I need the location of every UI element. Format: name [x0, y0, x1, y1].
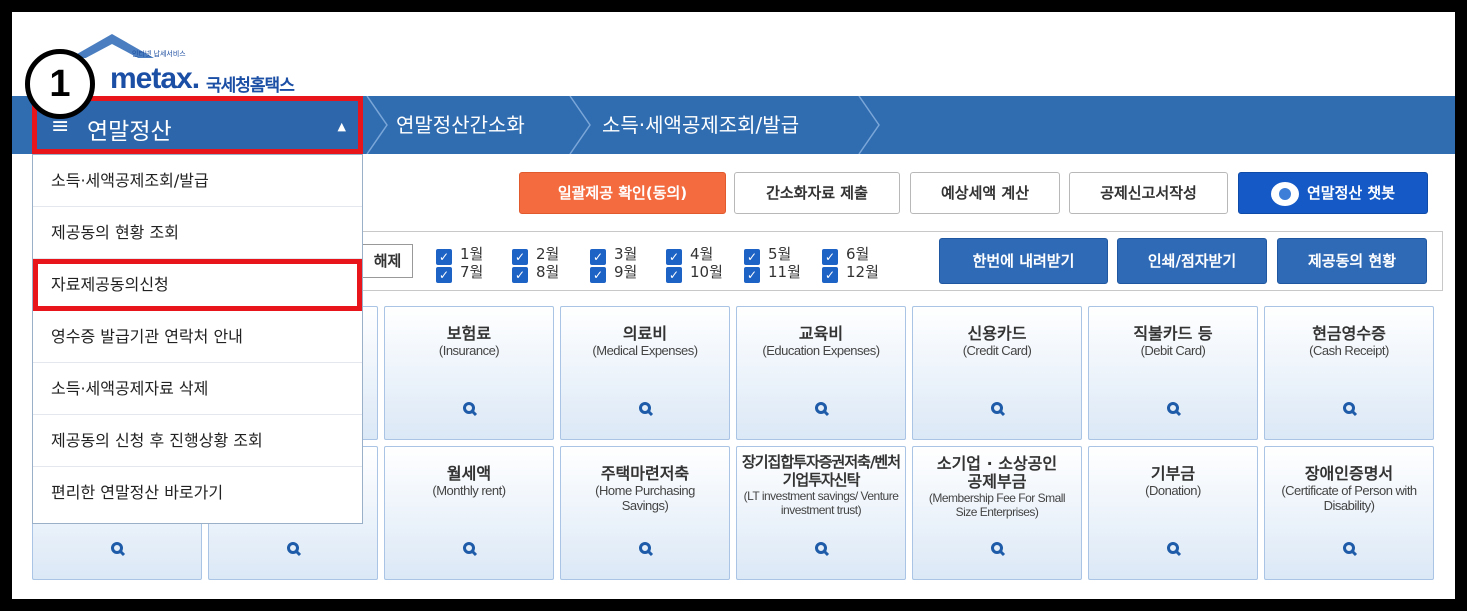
- tile-home-savings[interactable]: 주택마련저축 (Home Purchasing Savings): [560, 446, 730, 580]
- menu-item-shortcuts[interactable]: 편리한 연말정산 바로가기: [33, 467, 362, 519]
- tile-education[interactable]: 교육비 (Education Expenses): [736, 306, 906, 440]
- month-checkbox[interactable]: ✓ 4월: [666, 245, 713, 265]
- chatbot-label: 연말정산 챗봇: [1306, 184, 1396, 202]
- tile-disability-certificate[interactable]: 장애인증명서 (Certificate of Person with Disab…: [1264, 446, 1434, 580]
- month-checkbox[interactable]: ✓ 5월: [744, 245, 791, 265]
- print-braille-button[interactable]: 인쇄/점자받기: [1117, 238, 1267, 284]
- tile-cash-receipt[interactable]: 현금영수증 (Cash Receipt): [1264, 306, 1434, 440]
- logo-tagline: 인터넷 납세서비스: [132, 50, 186, 58]
- breadcrumb-separator-icon: [366, 96, 388, 154]
- download-all-button[interactable]: 한번에 내려받기: [939, 238, 1108, 284]
- search-icon: [1167, 402, 1182, 417]
- month-checkbox[interactable]: ✓ 3월: [590, 245, 637, 265]
- breadcrumb-year-end-simplified[interactable]: 연말정산간소화: [396, 96, 525, 154]
- search-icon: [1343, 402, 1358, 417]
- chatbot-icon: [1270, 181, 1299, 206]
- checkbox-checked-icon: ✓: [590, 267, 606, 283]
- search-icon: [287, 542, 302, 557]
- search-icon: [639, 402, 654, 417]
- menu-item-delete-deduction-data[interactable]: 소득·세액공제자료 삭제: [33, 363, 362, 415]
- menu-item-issuer-contacts[interactable]: 영수증 발급기관 연락처 안내: [33, 311, 362, 363]
- tile-monthly-rent[interactable]: 월세액 (Monthly rent): [384, 446, 554, 580]
- tile-debit-card[interactable]: 직불카드 등 (Debit Card): [1088, 306, 1258, 440]
- search-icon: [463, 542, 478, 557]
- search-icon: [639, 542, 654, 557]
- menu-item-data-consent-request[interactable]: 자료제공동의신청: [33, 259, 362, 311]
- bulk-consent-button[interactable]: 일괄제공 확인(동의): [519, 172, 726, 214]
- submit-simplified-data-button[interactable]: 간소화자료 제출: [734, 172, 900, 214]
- tile-medical[interactable]: 의료비 (Medical Expenses): [560, 306, 730, 440]
- search-icon: [1167, 542, 1182, 557]
- menu-item-deduction-inquiry[interactable]: 소득·세액공제조회/발급: [33, 155, 362, 207]
- tile-small-business[interactable]: 소기업 · 소상공인 공제부금 (Membership Fee For Smal…: [912, 446, 1082, 580]
- month-checkbox[interactable]: ✓ 11월: [744, 263, 801, 283]
- menu-item-consent-status[interactable]: 제공동의 현황 조회: [33, 207, 362, 259]
- checkbox-checked-icon: ✓: [512, 267, 528, 283]
- month-checkbox[interactable]: ✓ 9월: [590, 263, 637, 283]
- month-checkbox[interactable]: ✓ 12월: [822, 263, 879, 283]
- search-icon: [991, 402, 1006, 417]
- consent-status-button[interactable]: 제공동의 현황: [1277, 238, 1427, 284]
- month-checkbox[interactable]: ✓ 1월: [436, 245, 483, 265]
- month-checkbox[interactable]: ✓ 10월: [666, 263, 723, 283]
- chatbot-button[interactable]: 연말정산 챗봇: [1238, 172, 1428, 214]
- hometax-page: 인터넷 납세서비스 metax. 국세청홈택스 1 ≡ 연말정산 ▲ 연말정산간…: [12, 12, 1455, 599]
- tile-insurance[interactable]: 보험료 (Insurance): [384, 306, 554, 440]
- estimate-tax-button[interactable]: 예상세액 계산: [910, 172, 1060, 214]
- write-deduction-return-button[interactable]: 공제신고서작성: [1069, 172, 1228, 214]
- checkbox-checked-icon: ✓: [436, 267, 452, 283]
- search-icon: [815, 542, 830, 557]
- checkbox-checked-icon: ✓: [744, 267, 760, 283]
- search-icon: [463, 402, 478, 417]
- search-icon: [815, 402, 830, 417]
- checkbox-checked-icon: ✓: [666, 267, 682, 283]
- tile-donation[interactable]: 기부금 (Donation): [1088, 446, 1258, 580]
- logo-name: 국세청홈택스: [206, 76, 295, 96]
- breadcrumb-separator-icon: [569, 96, 591, 154]
- month-checkbox[interactable]: ✓ 7월: [436, 263, 483, 283]
- month-checkbox[interactable]: ✓ 8월: [512, 263, 559, 283]
- breadcrumb-deduction-inquiry[interactable]: 소득·세액공제조회/발급: [602, 96, 799, 154]
- month-checkbox[interactable]: ✓ 6월: [822, 245, 869, 265]
- search-icon: [991, 542, 1006, 557]
- month-checkbox[interactable]: ✓ 2월: [512, 245, 559, 265]
- menu-item-consent-progress[interactable]: 제공동의 신청 후 진행상황 조회: [33, 415, 362, 467]
- menu-title: 연말정산: [87, 119, 172, 145]
- tile-lt-investment[interactable]: 장기집합투자증권저축/벤처기업투자신탁 (LT investment savin…: [736, 446, 906, 580]
- year-end-dropdown-menu: 소득·세액공제조회/발급 제공동의 현황 조회 자료제공동의신청 영수증 발급기…: [32, 154, 363, 524]
- caret-up-icon: ▲: [337, 120, 346, 133]
- clear-selection-button[interactable]: 해제: [363, 244, 413, 278]
- search-icon: [111, 542, 126, 557]
- breadcrumb-separator-icon: [858, 96, 880, 154]
- tile-credit-card[interactable]: 신용카드 (Credit Card): [912, 306, 1082, 440]
- checkbox-checked-icon: ✓: [822, 267, 838, 283]
- search-icon: [1343, 542, 1358, 557]
- step-number-badge: 1: [25, 49, 95, 119]
- logo-brand: metax.: [110, 62, 200, 95]
